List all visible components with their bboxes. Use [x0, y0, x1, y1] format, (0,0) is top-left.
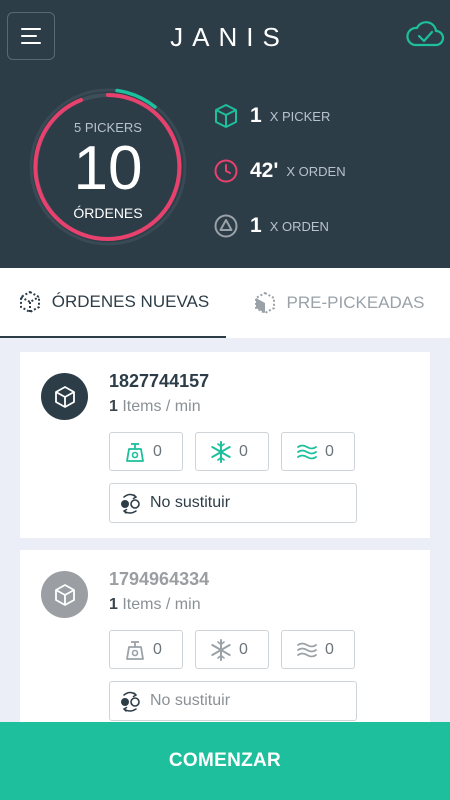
refrigerated-value: 0	[325, 640, 334, 658]
scale-icon	[126, 442, 144, 462]
stat-unit: X ORDEN	[269, 218, 329, 234]
box-icon	[215, 104, 237, 128]
stats-panel: 5 PICKERS 10 ÓRDENES 1 X PICKER 42' X OR…	[0, 72, 450, 268]
items-count: 1	[109, 596, 118, 613]
stat-value: 1	[250, 104, 262, 127]
tab-bar: ÓRDENES NUEVAS PRE-PICKEADAS	[0, 268, 450, 338]
triangle-icon	[214, 214, 238, 238]
app-title: JANIS	[170, 22, 289, 52]
frozen-value: 0	[239, 442, 248, 460]
order-number: 1827744157	[109, 371, 210, 391]
stat-value: 1	[250, 214, 262, 237]
orders-count: 10	[73, 134, 143, 203]
tab-pre-picked[interactable]: PRE-PICKEADAS	[226, 268, 450, 338]
substitution-field[interactable]: No sustituir	[109, 483, 357, 523]
stat-per-picker: 1 X PICKER	[213, 101, 330, 131]
order-card[interactable]: 1794964334 1 Items / min 0 0 0 No sustit…	[20, 550, 430, 736]
waves-icon	[297, 642, 317, 657]
swap-icon	[121, 493, 140, 514]
tab-label: PRE-PICKEADAS	[286, 293, 425, 312]
half-cube-icon	[254, 291, 275, 315]
stat-time-per-order: 42' X ORDEN	[213, 156, 346, 186]
weight-value: 0	[153, 442, 162, 460]
items-label: Items / min	[117, 596, 201, 613]
orders-label: ÓRDENES	[73, 205, 143, 221]
start-button[interactable]: COMENZAR	[0, 722, 450, 800]
clock-icon	[214, 159, 238, 183]
cloud-sync-icon[interactable]	[404, 18, 446, 52]
gauge-text: 5 PICKERS 10 ÓRDENES	[27, 86, 189, 248]
waves-icon	[297, 444, 317, 459]
items-label: Items / min	[117, 398, 201, 415]
snowflake-icon	[211, 440, 231, 463]
stat-per-order: 1 X ORDEN	[213, 211, 329, 241]
order-meta: 1 Items / min	[109, 398, 201, 416]
refrigerated-chip: 0	[281, 630, 355, 669]
box-icon	[54, 583, 75, 606]
top-bar: JANIS	[0, 0, 450, 72]
order-number: 1794964334	[109, 569, 210, 589]
tab-label: ÓRDENES NUEVAS	[51, 292, 210, 311]
snowflake-icon	[211, 638, 231, 661]
order-avatar	[41, 571, 88, 618]
stat-unit: X PICKER	[269, 108, 331, 124]
frozen-chip: 0	[195, 630, 269, 669]
weight-value: 0	[153, 640, 162, 658]
substitution-field[interactable]: No sustituir	[109, 681, 357, 721]
order-avatar	[41, 373, 88, 420]
pickers-count: 5 PICKERS	[74, 120, 142, 135]
box-icon	[54, 385, 75, 408]
substitution-label: No sustituir	[150, 692, 231, 709]
dotted-cube-icon	[19, 290, 40, 314]
frozen-value: 0	[239, 640, 248, 658]
order-card[interactable]: 1827744157 1 Items / min 0 0 0 No sustit…	[20, 352, 430, 538]
refrigerated-value: 0	[325, 442, 334, 460]
scale-icon	[126, 640, 144, 660]
swap-icon	[121, 691, 140, 712]
tab-new-orders[interactable]: ÓRDENES NUEVAS	[0, 268, 226, 338]
order-meta: 1 Items / min	[109, 596, 201, 614]
frozen-chip: 0	[195, 432, 269, 471]
substitution-label: No sustituir	[150, 494, 231, 511]
weight-chip: 0	[109, 432, 183, 471]
refrigerated-chip: 0	[281, 432, 355, 471]
stat-value: 42'	[250, 159, 279, 182]
items-count: 1	[109, 398, 118, 415]
weight-chip: 0	[109, 630, 183, 669]
stat-unit: X ORDEN	[286, 163, 346, 179]
